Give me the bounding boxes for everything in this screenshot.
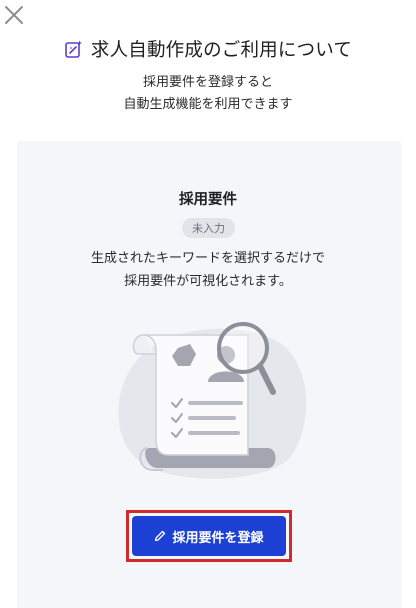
description-line-1: 生成されたキーワードを選択するだけで bbox=[90, 251, 325, 266]
card-description: 生成されたキーワードを選択するだけで 採用要件が可視化されます。 bbox=[0, 247, 416, 293]
register-requirements-button[interactable]: 採用要件を登録 bbox=[132, 516, 286, 556]
modal-title: 求人自動作成のご利用について bbox=[90, 40, 353, 61]
resume-search-illustration bbox=[108, 320, 314, 480]
modal-subtitle: 採用要件を登録すると 自動生成機能を利用できます bbox=[0, 72, 416, 116]
register-requirements-label: 採用要件を登録 bbox=[172, 530, 264, 546]
subtitle-line-2: 自動生成機能を利用できます bbox=[123, 97, 293, 112]
magic-edit-icon bbox=[64, 39, 84, 59]
pencil-icon bbox=[154, 530, 166, 542]
status-badge: 未入力 bbox=[182, 218, 235, 238]
close-icon bbox=[5, 6, 23, 24]
card-title: 採用要件 bbox=[179, 192, 237, 208]
subtitle-line-1: 採用要件を登録すると bbox=[142, 75, 273, 90]
description-line-2: 採用要件が可視化されます。 bbox=[124, 274, 292, 289]
modal-header: 求人自動作成のご利用について bbox=[0, 36, 416, 62]
close-button[interactable] bbox=[3, 4, 25, 26]
